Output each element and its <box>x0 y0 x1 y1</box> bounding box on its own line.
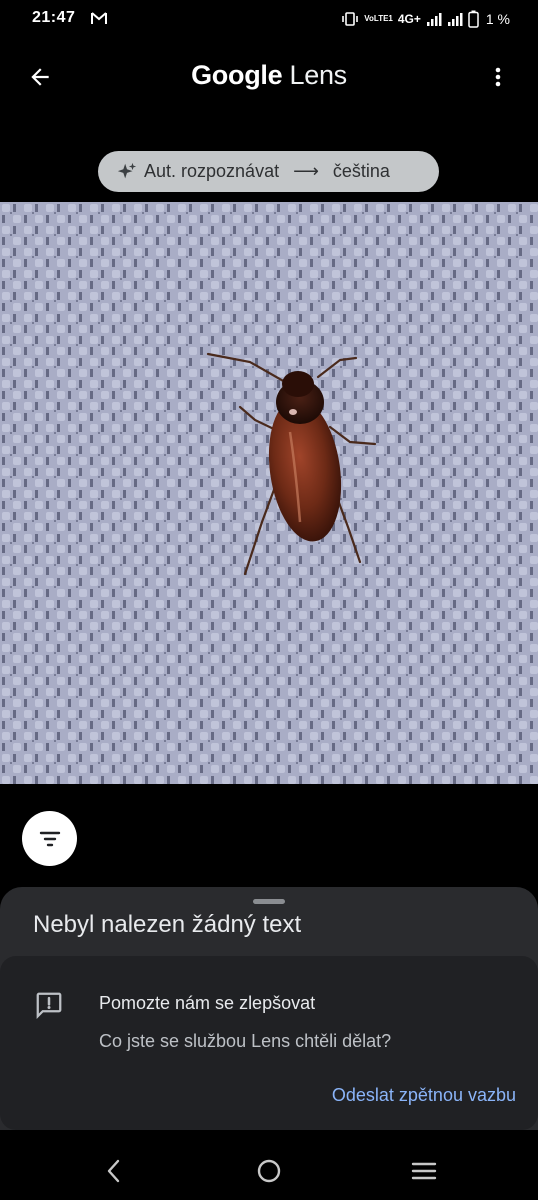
nav-back-icon <box>107 1159 120 1183</box>
more-options-button[interactable] <box>476 55 520 99</box>
nav-recents-button[interactable] <box>404 1154 444 1188</box>
more-vert-icon <box>495 67 501 87</box>
auto-detect-sparkle-icon <box>117 162 137 178</box>
target-language: čeština <box>332 161 390 181</box>
system-navigation-bar <box>0 1140 538 1200</box>
feedback-icon <box>36 992 62 1019</box>
feedback-question: Co jste se službou Lens chtěli dělat? <box>99 1031 392 1051</box>
app-title: Google Lens <box>0 60 538 91</box>
language-selector-chip[interactable]: Aut. rozpoznávat ⟶ čeština <box>98 151 439 192</box>
signal-icon-2 <box>447 13 463 26</box>
feedback-card: Pomozte nám se zlepšovat Co jste se služ… <box>0 956 538 1130</box>
volte-label: VoLTE1 <box>364 14 393 23</box>
filter-list-icon <box>39 831 60 846</box>
send-feedback-link[interactable]: Odeslat zpětnou vazbu <box>332 1085 516 1106</box>
filter-button[interactable] <box>22 811 77 866</box>
source-language: Aut. rozpoznávat <box>144 161 280 181</box>
app-title-product: Lens <box>289 60 348 90</box>
vibrate-icon <box>342 12 359 26</box>
nav-back-button[interactable] <box>94 1154 134 1188</box>
results-bottom-sheet: Nebyl nalezen žádný text Pomozte nám se … <box>0 887 538 1130</box>
no-text-found-title: Nebyl nalezen žádný text <box>33 911 302 938</box>
nav-recents-icon <box>411 1162 437 1180</box>
network-type: 4G+ <box>397 12 421 26</box>
sheet-drag-handle[interactable] <box>253 899 285 904</box>
app-title-brand: Google <box>191 60 283 90</box>
gmail-icon <box>91 12 107 24</box>
battery-icon <box>468 10 479 28</box>
nav-home-icon <box>257 1159 281 1183</box>
status-indicators: VoLTE1 4G+ 1 % <box>341 9 510 29</box>
captured-image[interactable] <box>0 202 538 784</box>
feedback-heading: Pomozte nám se zlepšovat <box>99 993 316 1013</box>
nav-home-button[interactable] <box>249 1154 289 1188</box>
signal-icon <box>426 13 442 26</box>
beetle-on-fabric-image <box>0 202 538 784</box>
status-bar: 21:47 VoLTE1 4G+ 1 % <box>0 0 538 40</box>
arrow-right-icon: ⟶ <box>293 161 319 181</box>
battery-percent: 1 % <box>485 11 510 27</box>
app-bar: Google Lens <box>0 48 538 106</box>
status-time: 21:47 <box>32 9 76 26</box>
